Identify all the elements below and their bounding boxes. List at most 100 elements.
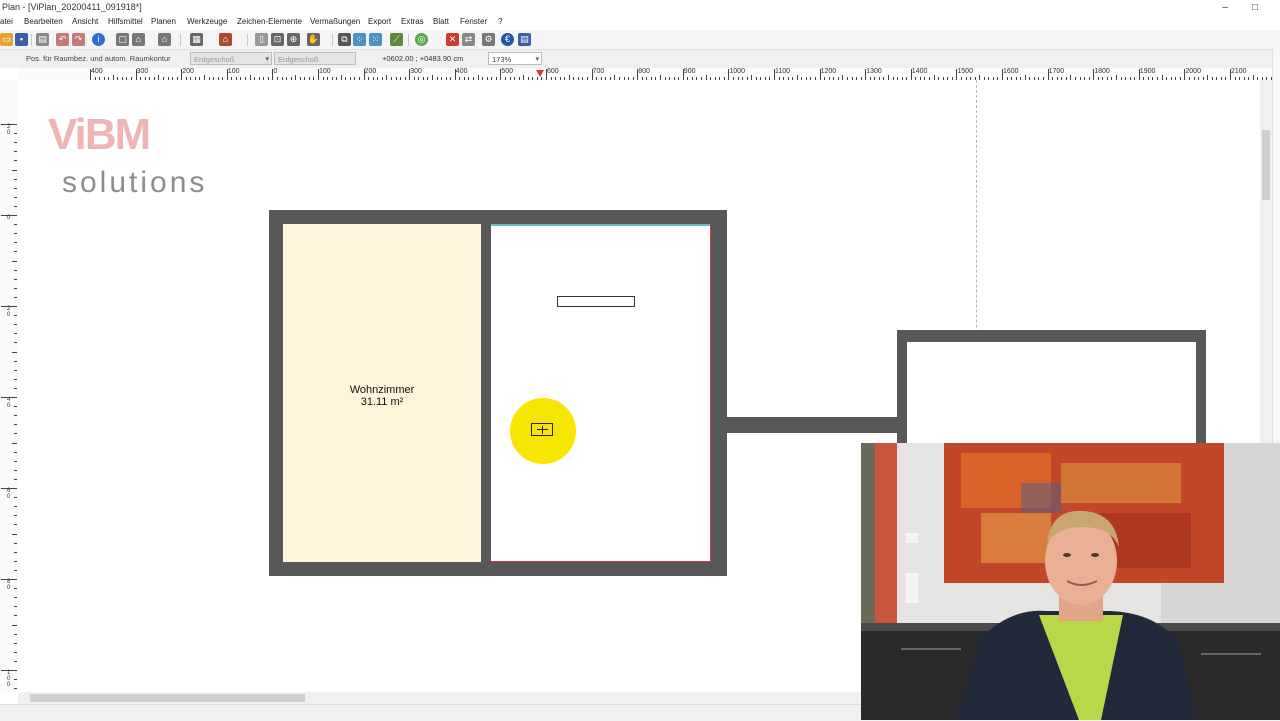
- copy-icon[interactable]: ⧉: [338, 33, 351, 46]
- house-icon[interactable]: ⌂: [132, 33, 145, 46]
- ruler-h-label: 1600: [1003, 68, 1019, 75]
- move-icon[interactable]: ⇄: [462, 33, 475, 46]
- menu-export[interactable]: Export: [368, 17, 391, 26]
- ruler-h-tick: [910, 69, 912, 80]
- menu-bearbeiten[interactable]: Bearbeiten: [24, 17, 63, 26]
- ruler-h-label: 0: [273, 68, 278, 75]
- wall-far-top[interactable]: [897, 330, 1206, 342]
- menu-vermassungen[interactable]: Vermaßungen: [310, 17, 360, 26]
- ruler-h-tick: [500, 69, 502, 80]
- horizontal-scroll-thumb[interactable]: [30, 694, 305, 702]
- menu-planen[interactable]: Planen: [151, 17, 176, 26]
- menu-zeichen-elemente[interactable]: Zeichen-Elemente: [237, 17, 302, 26]
- vertical-scroll-thumb[interactable]: [1262, 130, 1270, 200]
- ruler-v-tick: [14, 278, 17, 280]
- save-icon[interactable]: ▪: [15, 33, 28, 46]
- grid-icon[interactable]: ▦: [190, 33, 203, 46]
- ruler-v-tick: [14, 160, 17, 162]
- ruler-h-tick: [774, 69, 775, 80]
- ruler-v-tick: [14, 424, 17, 426]
- delete-icon[interactable]: ✕: [446, 33, 459, 46]
- minimize-button[interactable]: –: [1210, 0, 1240, 16]
- status-row: Pos. für Raumbez. und autom. Raumkontur …: [0, 50, 1280, 68]
- ruler-v-tick: [14, 224, 17, 226]
- menu-hilfsmittel[interactable]: Hilfsmittel: [108, 17, 143, 26]
- vertical-ruler[interactable]: 20 0 20 40 60 80 100: [0, 80, 19, 692]
- ruler-h-label: 100: [227, 68, 240, 75]
- wall-left[interactable]: [269, 210, 283, 576]
- menu-werkzeuge[interactable]: Werkzeuge: [187, 17, 227, 26]
- chevron-down-icon: ▾: [265, 56, 269, 63]
- ruler-v-tick: [14, 406, 17, 408]
- open-folder-icon[interactable]: ▭: [0, 33, 13, 46]
- zoom-value: 173%: [492, 55, 512, 64]
- ruler-v-tick: [14, 597, 17, 599]
- menu-extras[interactable]: Extras: [401, 17, 424, 26]
- euro-icon[interactable]: €: [501, 33, 514, 46]
- roof-icon[interactable]: ⌂: [219, 33, 232, 46]
- ruler-v-tick: [14, 569, 17, 571]
- wall-top[interactable]: [269, 210, 727, 224]
- menu-ansicht[interactable]: Ansicht: [72, 17, 98, 26]
- wall-interior[interactable]: [481, 224, 491, 562]
- ruler-v-tick: [14, 688, 17, 690]
- ruler-h-tick: [409, 69, 411, 80]
- ruler-v-tick: [14, 679, 17, 681]
- snap-icon[interactable]: ⁘: [353, 33, 366, 46]
- page-icon[interactable]: ▯: [255, 33, 268, 46]
- room-wohnzimmer[interactable]: Wohnzimmer 31.11 m²: [283, 224, 481, 562]
- zoom-select[interactable]: 173% ▾: [488, 52, 542, 65]
- measure-icon[interactable]: ⟋: [390, 33, 403, 46]
- room-right[interactable]: [491, 224, 711, 562]
- ruler-v-tick: [14, 196, 17, 198]
- ruler-h-tick: [454, 69, 456, 80]
- ruler-v-tick: [14, 187, 17, 189]
- menu-datei[interactable]: atei: [0, 17, 13, 26]
- menu-blatt[interactable]: Blatt: [433, 17, 449, 26]
- report-icon[interactable]: ▤: [518, 33, 531, 46]
- ruler-v-tick: [14, 515, 17, 517]
- maximize-button[interactable]: □: [1240, 0, 1270, 16]
- ruler-h-tick: [1230, 69, 1231, 80]
- ruler-h-tick: [1184, 69, 1186, 80]
- ruler-v-label: 60: [7, 488, 11, 500]
- ruler-v-tick: [14, 460, 17, 462]
- ruler-v-tick: [12, 260, 17, 262]
- logo-text: solutions: [62, 166, 208, 199]
- wall-corridor[interactable]: [727, 417, 897, 433]
- menu-fenster[interactable]: Fenster: [460, 17, 487, 26]
- window-element[interactable]: [557, 296, 635, 307]
- redo-icon[interactable]: ↷: [72, 33, 85, 46]
- menu-help[interactable]: ?: [498, 17, 502, 26]
- crosshair-cursor-icon: [531, 423, 553, 436]
- ruler-v-tick: [14, 588, 17, 590]
- toolbar: ▭ ▪ ▤ ↶ ↷ i ▢ ⌂ ⌂ ▦ ⌂ ▯ ⊡ ⊕ ✋ ⧉ ⁘ ⁙ ⟋ ◎ …: [0, 30, 1280, 50]
- toolbar-separator: [247, 34, 248, 46]
- print-icon[interactable]: ▤: [36, 33, 49, 46]
- ruler-v-tick: [12, 624, 17, 626]
- ruler-h-label: 200: [364, 68, 377, 75]
- info-icon[interactable]: i: [92, 33, 105, 46]
- target-icon[interactable]: ◎: [415, 33, 428, 46]
- room-edge-top: [491, 224, 711, 226]
- floor-select-secondary[interactable]: Erdgeschoß: [274, 52, 356, 65]
- zoom-extents-icon[interactable]: ⊡: [271, 33, 284, 46]
- floor-select[interactable]: Erdgeschoß ▾: [190, 52, 272, 65]
- title-bar: Plan - [ViPlan_20200411_091918*] – □: [0, 0, 1280, 16]
- ruler-v-tick: [1, 670, 17, 671]
- home-icon[interactable]: ⌂: [158, 33, 171, 46]
- room-edge-right: [710, 224, 711, 562]
- tools-icon[interactable]: ⚙: [482, 33, 495, 46]
- ruler-h-label: 100: [319, 68, 331, 75]
- undo-icon[interactable]: ↶: [56, 33, 69, 46]
- snap-grid-icon[interactable]: ⁙: [369, 33, 382, 46]
- wall-right[interactable]: [711, 210, 727, 576]
- pan-hand-icon[interactable]: ✋: [307, 33, 320, 46]
- ruler-h-tick: [363, 69, 365, 80]
- ruler-v-tick: [1, 215, 17, 216]
- wall-bottom[interactable]: [269, 562, 727, 576]
- ruler-v-tick: [14, 133, 17, 135]
- ruler-h-label: 1300: [866, 68, 882, 75]
- zoom-window-icon[interactable]: ⊕: [287, 33, 300, 46]
- frame-select-icon[interactable]: ▢: [116, 33, 129, 46]
